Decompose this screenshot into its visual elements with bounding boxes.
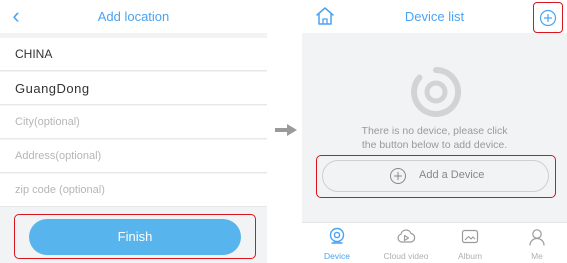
tab-device-label: Device [324,251,350,261]
album-icon [461,229,479,244]
city-field[interactable]: City(optional) [0,106,267,139]
province-value: GuangDong [15,81,90,96]
address-field[interactable]: Address(optional) [0,140,267,173]
device-list-screen: Device list There is no device, please c… [302,0,567,263]
page-title: Device list [404,9,465,24]
add-device-highlight-box: Add a Device [316,155,556,198]
plus-circle-icon [390,168,406,184]
header-bar: Device list [302,0,567,33]
zip-placeholder: zip code (optional) [15,184,105,196]
person-icon [529,229,545,246]
header-bar: ‹ Add location [0,0,267,33]
tab-cloud-video[interactable]: Cloud video [381,223,431,263]
finish-highlight-box: Finish [14,214,256,259]
right-arrow-icon [275,124,297,136]
finish-button[interactable]: Finish [29,219,241,255]
empty-state-logo-icon [411,67,462,117]
plus-circle-icon[interactable] [539,9,557,27]
tab-cloud-video-label: Cloud video [383,251,429,261]
zip-code-field[interactable]: zip code (optional) [0,174,267,207]
address-placeholder: Address(optional) [15,150,102,162]
tab-album-label: Album [457,251,483,261]
bottom-tab-bar: Device Cloud video Album Me [302,222,567,263]
cloud-play-icon [397,229,416,243]
tab-device[interactable]: Device [312,223,362,263]
empty-message: There is no device, please click the but… [314,124,555,152]
empty-message-line1: There is no device, please click [361,125,508,137]
country-field[interactable]: CHINA [0,38,267,71]
province-field[interactable]: GuangDong [0,72,267,105]
add-device-button[interactable]: Add a Device [322,160,549,192]
camera-icon [329,227,345,244]
city-placeholder: City(optional) [15,116,80,128]
add-device-label: Add a Device [419,169,485,181]
add-location-screen: ‹ Add location CHINA GuangDong City(opti… [0,0,267,263]
tab-me[interactable]: Me [512,223,562,263]
tab-me-label: Me [531,251,543,261]
empty-message-line2: the button below to add device. [361,139,508,151]
country-value: CHINA [15,47,53,61]
tab-album[interactable]: Album [445,223,495,263]
page-title: Add location [97,9,170,24]
add-highlight-box [533,2,563,33]
